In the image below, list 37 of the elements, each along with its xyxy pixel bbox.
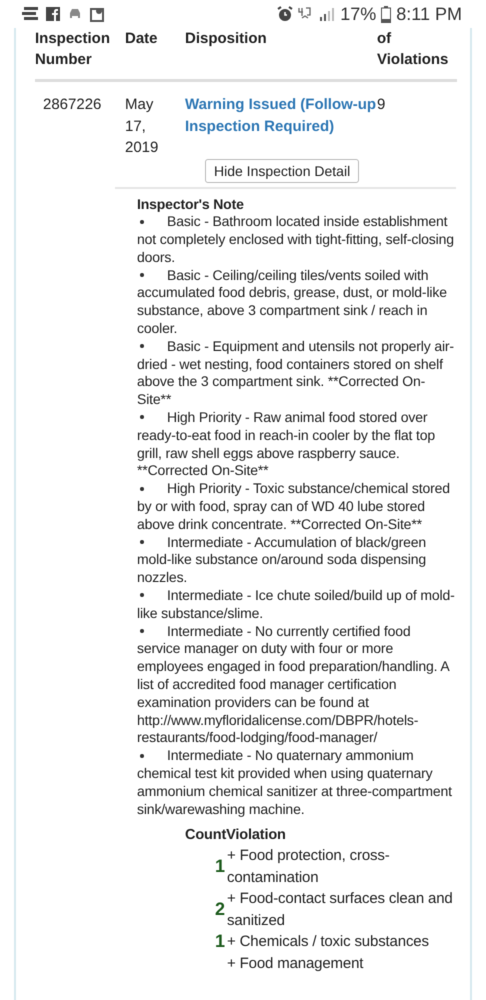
inspection-date: May 17, 2019: [125, 95, 160, 158]
note-item: High Priority - Toxic substance/chemical stored by or with food, spray can of WD 40 lube stored above drink concentrate. **Corrected On-Site**: [137, 480, 456, 534]
alarm-icon: [277, 6, 294, 22]
note-item: Intermediate - No quaternary ammonium chemical test kit provided when using quaternary ammonium chemical sanitizer at three-compartment sink/warewashing machine.: [137, 747, 456, 818]
disposition-link[interactable]: Warning Issued (Follow-up Inspection Required): [185, 94, 377, 137]
violation-text: + Food-contact surfaces clean and sanitized: [227, 889, 454, 931]
column-header: Inspection: [35, 29, 112, 49]
column-header: of: [377, 29, 392, 49]
note-item: Intermediate - Ice chute soiled/build up of mold-like substance/slime.: [137, 587, 456, 623]
count-number: 2: [215, 900, 226, 919]
facebook-icon: [46, 7, 60, 21]
battery-percent: 17%: [340, 4, 376, 24]
column-header: Disposition: [185, 29, 268, 49]
violation-count: 9: [377, 96, 386, 113]
note-item: Intermediate - Accumulation of black/green mold-like substance on/around soda dispensing nozzles.: [137, 534, 456, 588]
count-number: 1: [215, 858, 226, 876]
violation-text: + Food protection, cross-contamination: [227, 846, 391, 888]
note-item: Basic - Bathroom located inside establishment not completely enclosed with tight-fitting, self-closing doors.: [137, 213, 456, 267]
note-item: Intermediate - No currently certified food service manager on duty with four or more employees engaged in food preparation/handling. A list of accredited food manager certification examination providers can be found at http://www.myfloridalicense.com/DBPR/hotels-restaurants/food-lodging/food-manager/: [137, 622, 456, 748]
signal-icon: [319, 7, 336, 21]
note-item: Basic - Equipment and utensils not properly air-dried - wet nesting, food containers stored on shelf above the 3 compartment sink. **Corrected On-Site**: [137, 338, 456, 410]
count-number: 1: [215, 933, 226, 951]
clock-time: 8:11 PM: [396, 4, 462, 24]
column-header: Number: [35, 50, 93, 70]
violation-text: + Chemicals / toxic substances: [227, 932, 430, 952]
column-header: Violations: [377, 50, 450, 70]
app-icon: [22, 7, 38, 21]
car-icon: [68, 8, 82, 20]
note-item: High Priority - Raw animal food stored over ready-to-eat food in reach-in cooler by the flat top grill, raw shell eggs above raspberry sauce. **Corrected On-Site**: [137, 409, 456, 480]
battery-icon: [381, 6, 392, 22]
violation-text: + Food management: [227, 954, 364, 974]
inspection-number: 2867226: [43, 96, 102, 113]
note-heading: Inspector's Note: [137, 196, 245, 214]
note-item: Basic - Ceiling/ceiling tiles/vents soiled with accumulated food debris, grease, dust, or mold-like substance, above 3 compartment sink / reach in cooler.: [137, 266, 456, 338]
column-header: Date: [125, 29, 159, 49]
count-heading: CountViolation: [185, 827, 287, 846]
toggle-detail-button[interactable]: Hide Inspection Detail: [205, 158, 360, 182]
